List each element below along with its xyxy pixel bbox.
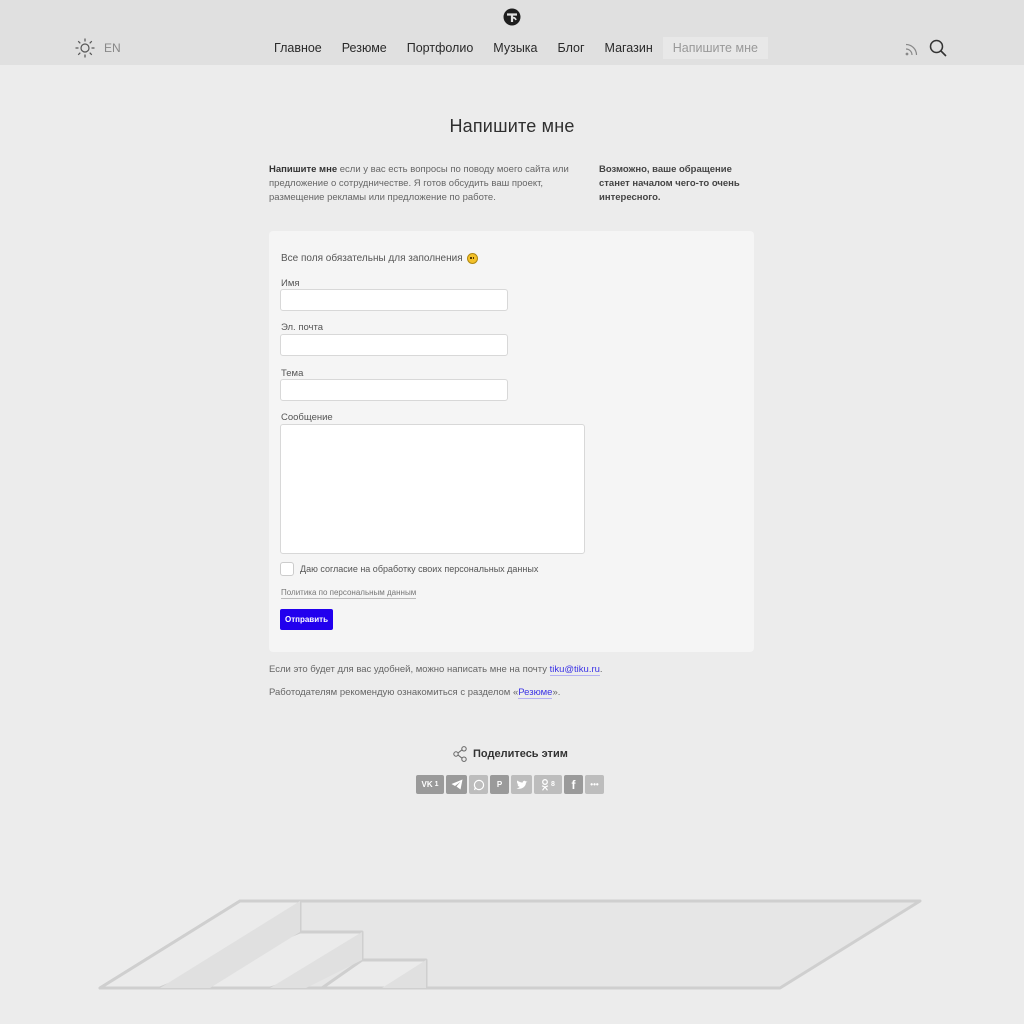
site-header: EN Главное Резюме Портфолио Музыка Блог …: [0, 0, 1024, 65]
facebook-icon: f: [571, 777, 576, 792]
privacy-policy-link[interactable]: Политика по персональным данным: [281, 588, 417, 599]
nav-item-blog[interactable]: Блог: [548, 37, 595, 59]
subject-input[interactable]: [280, 379, 508, 401]
vk-share-count: 1: [434, 781, 439, 788]
subject-label: Тема: [281, 368, 304, 379]
vk-icon: VK: [421, 780, 433, 789]
more-share-button[interactable]: •••: [585, 775, 604, 794]
consent-checkbox[interactable]: [280, 562, 294, 576]
email-link[interactable]: tiku@tiku.ru: [549, 664, 600, 676]
nav-item-home[interactable]: Главное: [264, 37, 332, 59]
email-note-suffix: .: [599, 664, 603, 675]
share-icon: [453, 746, 467, 762]
theme-toggle-icon[interactable]: [75, 38, 95, 58]
email-input[interactable]: [280, 334, 508, 356]
site-logo-icon[interactable]: [503, 8, 521, 26]
odnoklassniki-icon: [541, 778, 549, 791]
intro-bold: Напишите мне: [269, 164, 338, 175]
pool-illustration: [98, 899, 922, 990]
email-note: Если это будет для вас удобней, можно на…: [269, 664, 603, 676]
email-note-text: Если это будет для вас удобней, можно на…: [269, 664, 550, 675]
name-label: Имя: [281, 278, 300, 289]
submit-button[interactable]: Отправить: [280, 609, 333, 630]
consent-label: Даю согласие на обработку своих персонал…: [300, 564, 539, 574]
contact-form: Все поля обязательны для заполнения Имя …: [269, 231, 754, 652]
twitter-icon: [516, 780, 527, 789]
smile-emoji-icon: [466, 253, 478, 264]
rss-icon[interactable]: [905, 42, 919, 56]
message-label: Сообщение: [281, 412, 333, 423]
required-notice: Все поля обязательны для заполнения: [281, 253, 478, 264]
vk-share-button[interactable]: VK 1: [416, 775, 444, 794]
share-heading: Поделитесь этим: [453, 746, 568, 762]
nav-item-shop[interactable]: Магазин: [595, 37, 663, 59]
pinterest-share-button[interactable]: P: [490, 775, 509, 794]
required-notice-text: Все поля обязательны для заполнения: [281, 253, 463, 264]
page-title: Напишите мне: [449, 116, 575, 136]
resume-link[interactable]: Резюме: [518, 687, 553, 699]
nav-item-resume[interactable]: Резюме: [332, 37, 397, 59]
message-textarea[interactable]: [280, 424, 585, 554]
facebook-share-button[interactable]: f: [564, 775, 583, 794]
social-share-bar: VK 1 P 8 f •••: [416, 775, 606, 794]
odnoklassniki-share-count: 8: [551, 781, 555, 788]
nav-item-music[interactable]: Музыка: [483, 37, 547, 59]
resume-note-text: Работодателям рекомендую ознакомиться с …: [269, 687, 519, 698]
share-label: Поделитесь этим: [473, 748, 568, 760]
email-label: Эл. почта: [281, 322, 324, 333]
telegram-icon: [451, 779, 462, 790]
resume-note: Работодателям рекомендую ознакомиться с …: [269, 687, 561, 699]
main-nav: Главное Резюме Портфолио Музыка Блог Маг…: [264, 37, 768, 59]
twitter-share-button[interactable]: [511, 775, 532, 794]
nav-item-contact[interactable]: Напишите мне: [662, 37, 768, 59]
odnoklassniki-share-button[interactable]: 8: [534, 775, 562, 794]
nav-item-portfolio[interactable]: Портфолио: [397, 37, 484, 59]
telegram-share-button[interactable]: [446, 775, 467, 794]
search-icon[interactable]: [929, 39, 947, 57]
language-switch[interactable]: EN: [104, 41, 121, 55]
intro-highlight: Возможно, ваше обращение станет началом …: [599, 164, 740, 203]
pinterest-icon: P: [496, 780, 503, 789]
whatsapp-share-button[interactable]: [469, 775, 488, 794]
whatsapp-icon: [473, 779, 484, 790]
resume-note-suffix: ».: [552, 687, 561, 698]
name-input[interactable]: [280, 289, 508, 311]
intro-text: Напишите мне если у вас есть вопросы по …: [269, 163, 589, 205]
more-icon: •••: [590, 780, 599, 789]
